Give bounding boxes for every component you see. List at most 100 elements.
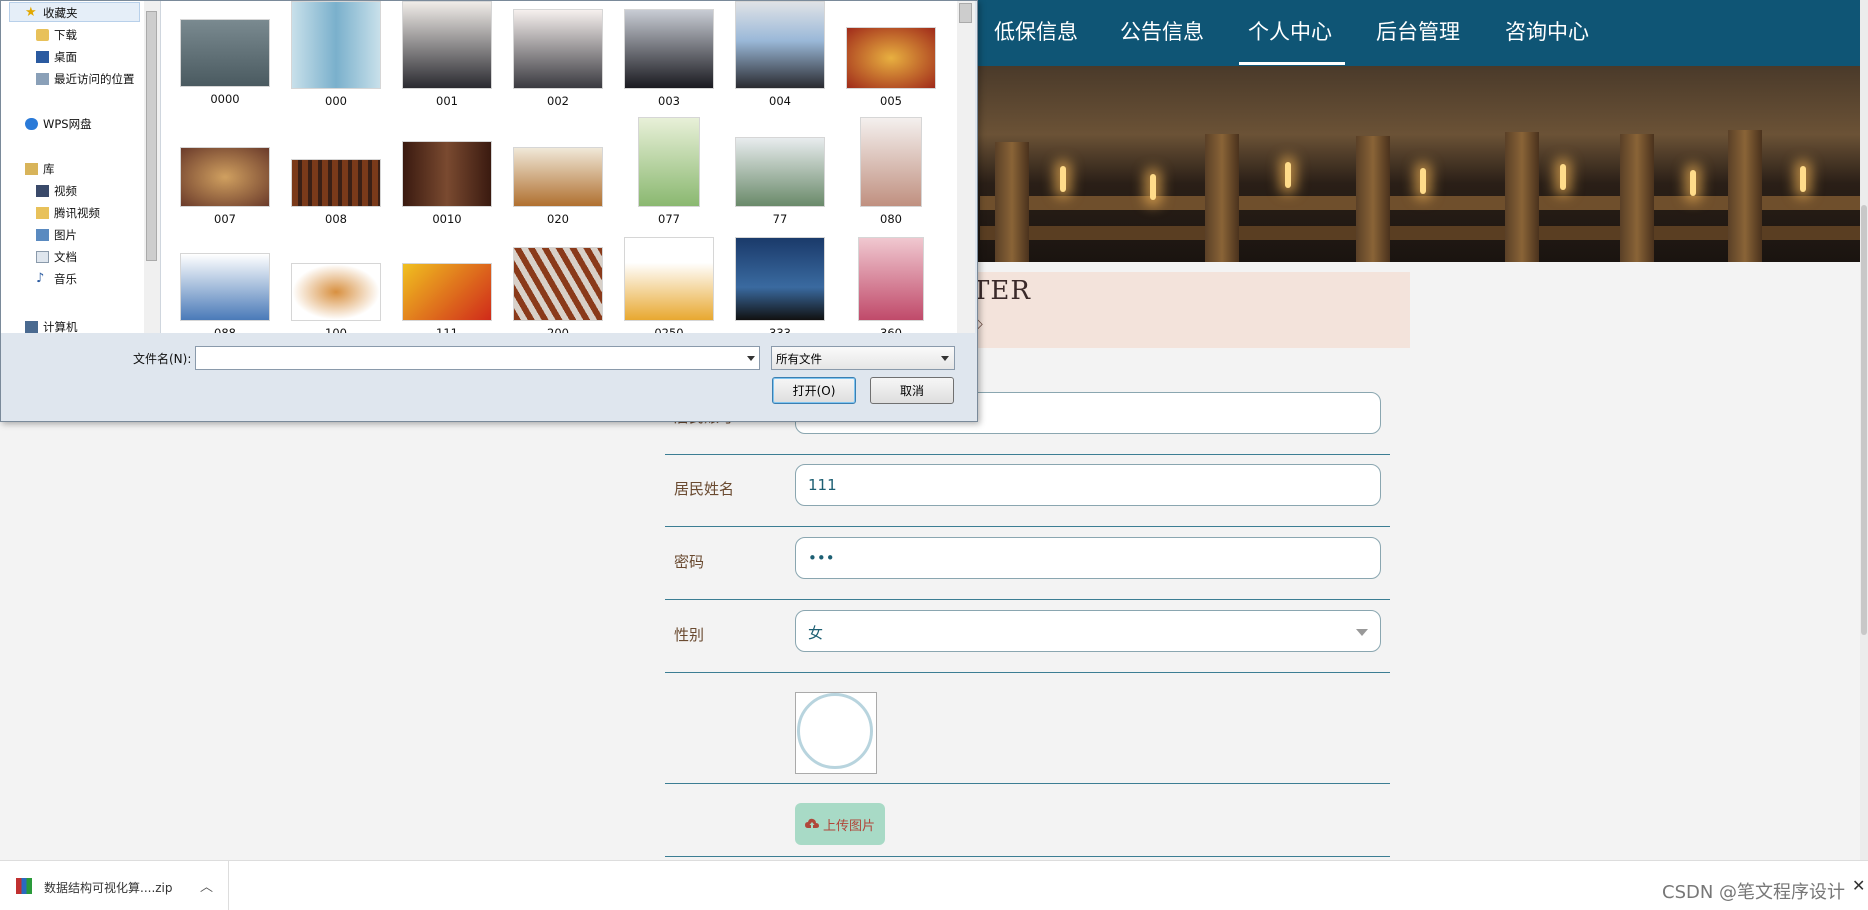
tree-item-pictures[interactable]: 图片 [36, 227, 77, 243]
filetype-select[interactable]: 所有文件 [771, 346, 955, 370]
file-thumbnail [180, 147, 270, 207]
tree-scrollbar[interactable] [144, 1, 161, 333]
upload-image-label: 上传图片 [822, 818, 875, 834]
file-item[interactable]: 007 [179, 147, 271, 226]
file-item[interactable]: 008 [290, 159, 382, 226]
file-item[interactable]: 200 [512, 247, 604, 333]
tree-item-library[interactable]: 库 [25, 161, 55, 177]
navigation-tree: ★ 收藏夹 下载 桌面 最近访问的位置 WPS网盘 库 视频 腾讯视频 图片 文… [1, 1, 145, 333]
file-item[interactable]: 333 [734, 237, 826, 333]
file-thumbnail [624, 237, 714, 321]
page-scrollbar-thumb[interactable] [1861, 205, 1867, 635]
file-thumbnail [291, 159, 381, 207]
download-folder-icon [36, 29, 49, 41]
tree-item-wps-cloud[interactable]: WPS网盘 [25, 116, 92, 132]
nav-active-indicator [1239, 62, 1345, 65]
file-item[interactable]: 111 [401, 263, 493, 333]
chevron-down-icon [1356, 629, 1368, 636]
tree-item-favorites[interactable]: ★ 收藏夹 [25, 5, 78, 21]
file-item[interactable]: 0010 [401, 141, 493, 226]
form-row-password: 密码 ••• [665, 525, 1390, 600]
pictures-icon [36, 229, 49, 241]
file-thumbnail [846, 27, 936, 89]
form-row-avatar [665, 709, 1390, 784]
nav-item-assistance-info[interactable]: 低保信息 [994, 16, 1078, 46]
password-input[interactable]: ••• [795, 537, 1381, 579]
file-thumbnail [624, 9, 714, 89]
download-item[interactable]: 数据结构可视化算....zip ︿ [0, 861, 229, 910]
tree-item-computer[interactable]: 计算机 [25, 319, 78, 333]
file-item[interactable]: 100 [290, 263, 382, 333]
tree-item-videos[interactable]: 视频 [36, 183, 77, 199]
gender-label: 性别 [674, 626, 705, 644]
tree-item-downloads[interactable]: 下载 [36, 27, 77, 43]
filename-input[interactable] [195, 346, 760, 370]
file-item[interactable]: 077 [623, 117, 715, 226]
file-thumbnail [638, 117, 700, 207]
recent-places-icon [36, 73, 49, 85]
csdn-watermark: CSDN @笔文程序设计 [1662, 882, 1846, 903]
file-thumbnail [291, 263, 381, 321]
file-item[interactable]: 77 [734, 137, 826, 226]
file-item[interactable]: 360 [845, 237, 937, 333]
tree-item-desktop[interactable]: 桌面 [36, 49, 77, 65]
download-bar: 数据结构可视化算....zip ︿ [0, 860, 1868, 910]
file-grid: 0000 000 001 002 003 004 005 007 008 001… [161, 1, 957, 333]
close-icon[interactable]: ✕ [1852, 876, 1865, 895]
file-item[interactable]: 004 [734, 1, 826, 108]
documents-icon [36, 251, 49, 263]
file-item[interactable]: 003 [623, 9, 715, 108]
file-thumbnail [858, 237, 924, 321]
file-item[interactable]: 088 [179, 253, 271, 333]
nav-item-personal-center[interactable]: 个人中心 [1248, 16, 1332, 46]
video-icon [36, 185, 49, 197]
file-thumbnail [180, 253, 270, 321]
avatar-preview [795, 692, 877, 774]
file-item[interactable]: 0000 [179, 19, 271, 106]
file-thumbnail [735, 237, 825, 321]
upload-image-button[interactable]: 上传图片 [795, 803, 885, 845]
archive-file-icon [16, 878, 32, 894]
cancel-button[interactable]: 取消 [870, 377, 954, 404]
file-thumbnail [513, 247, 603, 321]
music-icon: ♪ [36, 271, 45, 286]
file-thumbnail [402, 263, 492, 321]
tree-item-recent[interactable]: 最近访问的位置 [36, 71, 135, 87]
download-filename: 数据结构可视化算....zip [44, 881, 173, 895]
tree-item-tencent-video[interactable]: 腾讯视频 [36, 205, 100, 221]
tree-item-music[interactable]: ♪ 音乐 [36, 271, 77, 287]
tree-scrollbar-thumb[interactable] [146, 11, 157, 261]
tree-item-documents[interactable]: 文档 [36, 249, 77, 265]
file-item[interactable]: 000 [290, 1, 382, 108]
star-icon: ★ [25, 5, 37, 20]
open-button[interactable]: 打开(O) [772, 377, 856, 404]
file-thumbnail [402, 141, 492, 207]
chevron-down-icon[interactable] [747, 356, 755, 361]
nav-item-consulting[interactable]: 咨询中心 [1505, 16, 1589, 46]
file-item[interactable]: 001 [401, 1, 493, 108]
gender-select-value: 女 [808, 624, 824, 642]
desktop-icon [36, 51, 49, 63]
cloud-upload-icon [804, 818, 819, 828]
file-grid-scrollbar[interactable] [957, 1, 975, 333]
file-item[interactable]: 020 [512, 147, 604, 226]
nav-item-admin[interactable]: 后台管理 [1376, 16, 1460, 46]
gender-select[interactable]: 女 [795, 610, 1381, 652]
nav-item-announcements[interactable]: 公告信息 [1120, 16, 1204, 46]
filetype-value: 所有文件 [776, 352, 822, 366]
form-row-name: 居民姓名 111 [665, 452, 1390, 527]
chevron-up-icon[interactable]: ︿ [200, 876, 213, 895]
file-item[interactable]: 080 [845, 117, 937, 226]
file-item[interactable]: 005 [845, 27, 937, 108]
file-item[interactable]: 002 [512, 9, 604, 108]
file-item[interactable]: 0250 [623, 237, 715, 333]
computer-icon [25, 321, 38, 333]
personal-center-title: TER [972, 276, 1031, 306]
file-thumbnail [513, 9, 603, 89]
file-grid-scrollbar-thumb[interactable] [959, 3, 972, 23]
name-input[interactable]: 111 [795, 464, 1381, 506]
page-scrollbar[interactable] [1860, 0, 1868, 860]
file-thumbnail [291, 1, 381, 89]
file-thumbnail [513, 147, 603, 207]
loading-spinner-icon [797, 693, 873, 769]
